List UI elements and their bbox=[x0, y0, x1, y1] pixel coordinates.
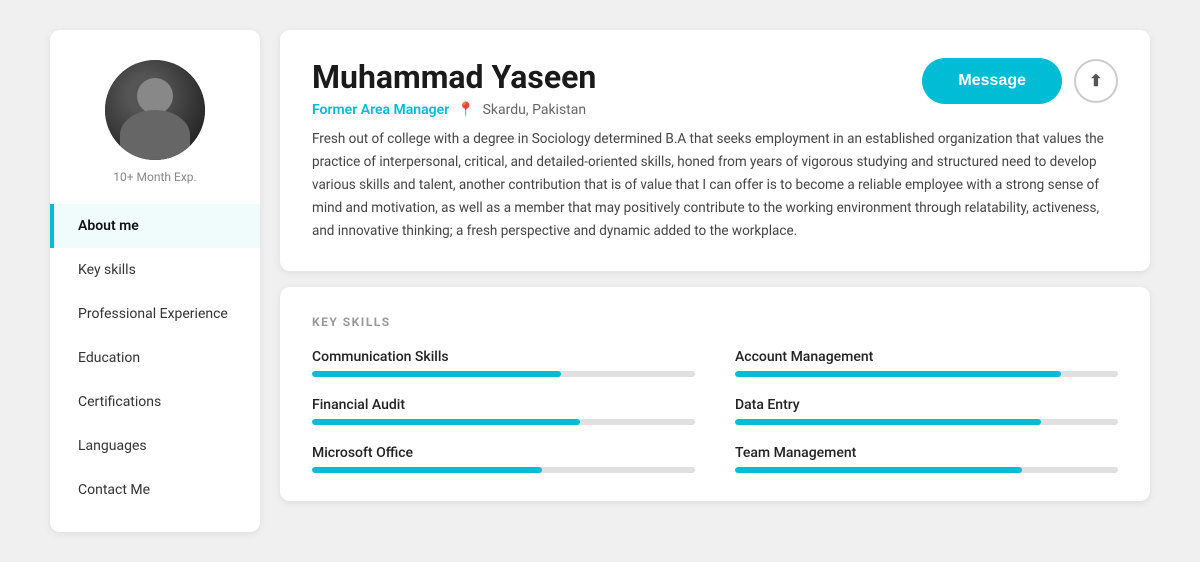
skill-bar-bg bbox=[312, 467, 695, 473]
sidebar-item-languages[interactable]: Languages bbox=[50, 424, 260, 468]
profile-header: Muhammad Yaseen Former Area Manager 📍 Sk… bbox=[312, 58, 1118, 118]
profile-role: Former Area Manager 📍 Skardu, Pakistan bbox=[312, 102, 596, 118]
profile-actions: Message ⬆ bbox=[922, 58, 1118, 104]
skill-item: Account Management bbox=[735, 349, 1118, 377]
share-button[interactable]: ⬆ bbox=[1074, 59, 1118, 103]
sidebar-item-contact-me[interactable]: Contact Me bbox=[50, 468, 260, 512]
skill-bar-fill bbox=[312, 467, 542, 473]
sidebar-item-education[interactable]: Education bbox=[50, 336, 260, 380]
skill-item: Financial Audit bbox=[312, 397, 695, 425]
message-button[interactable]: Message bbox=[922, 58, 1062, 104]
avatar bbox=[105, 60, 205, 160]
skill-name: Financial Audit bbox=[312, 397, 695, 413]
profile-info: Muhammad Yaseen Former Area Manager 📍 Sk… bbox=[312, 58, 596, 118]
page-container: 10+ Month Exp. About meKey skillsProfess… bbox=[50, 30, 1150, 532]
skill-item: Data Entry bbox=[735, 397, 1118, 425]
skill-name: Team Management bbox=[735, 445, 1118, 461]
profile-bio: Fresh out of college with a degree in So… bbox=[312, 128, 1118, 243]
skill-bar-bg bbox=[735, 371, 1118, 377]
skill-name: Data Entry bbox=[735, 397, 1118, 413]
skill-bar-fill bbox=[312, 419, 580, 425]
skill-bar-fill bbox=[312, 371, 561, 377]
sidebar-item-certifications[interactable]: Certifications bbox=[50, 380, 260, 424]
skills-grid: Communication Skills Account Management … bbox=[312, 349, 1118, 473]
profile-card: Muhammad Yaseen Former Area Manager 📍 Sk… bbox=[280, 30, 1150, 271]
experience-label: 10+ Month Exp. bbox=[113, 170, 196, 184]
skill-bar-bg bbox=[312, 371, 695, 377]
skill-bar-fill bbox=[735, 467, 1022, 473]
sidebar-item-about[interactable]: About me bbox=[50, 204, 260, 248]
skill-item: Team Management bbox=[735, 445, 1118, 473]
profile-name: Muhammad Yaseen bbox=[312, 58, 596, 96]
skill-bar-fill bbox=[735, 371, 1061, 377]
skill-name: Account Management bbox=[735, 349, 1118, 365]
skill-name: Microsoft Office bbox=[312, 445, 695, 461]
skill-name: Communication Skills bbox=[312, 349, 695, 365]
location-pin-icon: 📍 bbox=[457, 102, 474, 118]
role-title: Former Area Manager bbox=[312, 102, 449, 118]
skill-item: Microsoft Office bbox=[312, 445, 695, 473]
skill-bar-bg bbox=[312, 419, 695, 425]
main-content: Muhammad Yaseen Former Area Manager 📍 Sk… bbox=[280, 30, 1150, 532]
skill-bar-bg bbox=[735, 467, 1118, 473]
skill-bar-bg bbox=[735, 419, 1118, 425]
avatar-image bbox=[105, 60, 205, 160]
share-icon: ⬆ bbox=[1089, 71, 1102, 91]
sidebar-item-professional-experience[interactable]: Professional Experience bbox=[50, 292, 260, 336]
location-text: Skardu, Pakistan bbox=[483, 102, 587, 118]
sidebar-item-key-skills[interactable]: Key skills bbox=[50, 248, 260, 292]
sidebar-nav: About meKey skillsProfessional Experienc… bbox=[50, 204, 260, 512]
skill-bar-fill bbox=[735, 419, 1041, 425]
sidebar: 10+ Month Exp. About meKey skillsProfess… bbox=[50, 30, 260, 532]
skills-section-title: KEY SKILLS bbox=[312, 315, 1118, 329]
skill-item: Communication Skills bbox=[312, 349, 695, 377]
skills-card: KEY SKILLS Communication Skills Account … bbox=[280, 287, 1150, 501]
